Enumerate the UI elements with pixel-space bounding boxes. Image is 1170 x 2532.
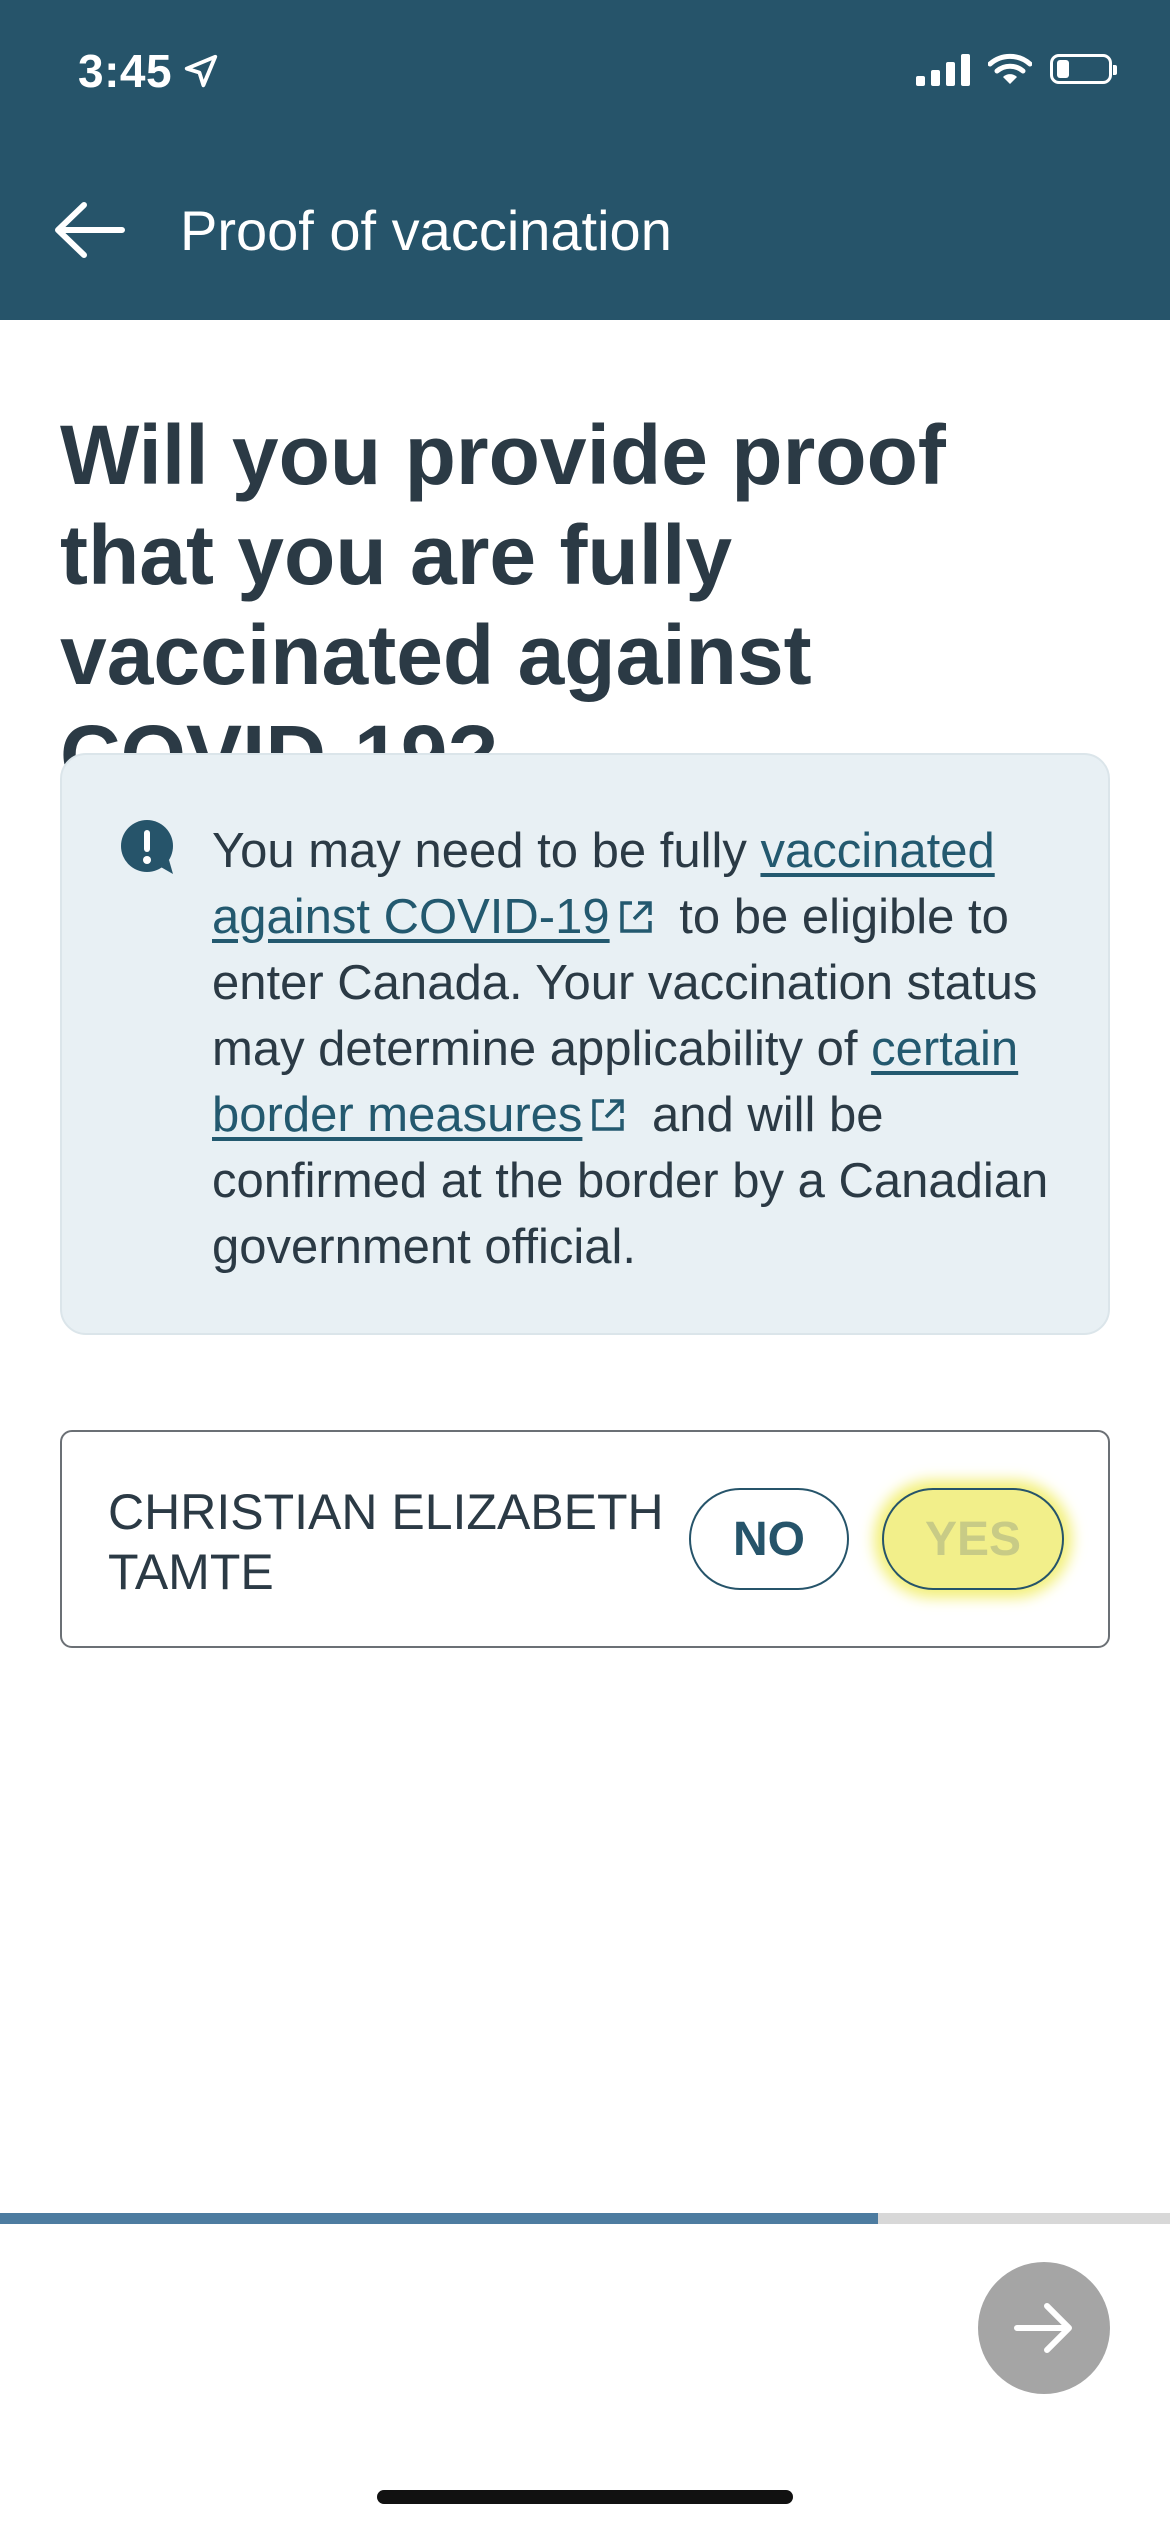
external-link-icon <box>619 901 652 933</box>
page-title: Proof of vaccination <box>180 199 672 262</box>
no-button[interactable]: NO <box>689 1488 849 1590</box>
back-arrow-icon <box>55 202 125 258</box>
info-text-part: You may need to be fully <box>212 824 761 878</box>
back-button[interactable] <box>50 195 130 265</box>
info-callout: You may need to be fully vaccinated agai… <box>60 753 1110 1335</box>
status-bar-icons <box>916 52 1117 86</box>
traveller-name: CHRISTIAN ELIZABETH TAMTE <box>108 1484 664 1600</box>
location-arrow-icon <box>184 54 218 88</box>
cellular-signal-icon <box>916 52 970 86</box>
home-indicator <box>377 2490 793 2504</box>
progress-fill <box>0 2213 878 2224</box>
arrow-right-icon <box>1014 2303 1072 2353</box>
status-time-text: 3:45 <box>78 45 173 97</box>
external-link-icon <box>592 1099 625 1131</box>
yes-button[interactable]: YES <box>882 1488 1064 1590</box>
exclamation-icon <box>121 820 173 874</box>
traveller-card: CHRISTIAN ELIZABETH TAMTE NO YES <box>60 1430 1110 1648</box>
wifi-icon <box>988 53 1032 84</box>
question-heading: Will you provide proof that you are full… <box>60 408 946 802</box>
next-button[interactable] <box>978 2262 1110 2394</box>
progress-bar <box>0 2213 1170 2224</box>
battery-icon <box>1050 54 1117 84</box>
status-bar-time: 3:45 <box>78 44 220 98</box>
app-header: 3:45 Proof of vaccination <box>0 0 1170 320</box>
info-text: You may need to be fully vaccinated agai… <box>212 818 1092 1280</box>
